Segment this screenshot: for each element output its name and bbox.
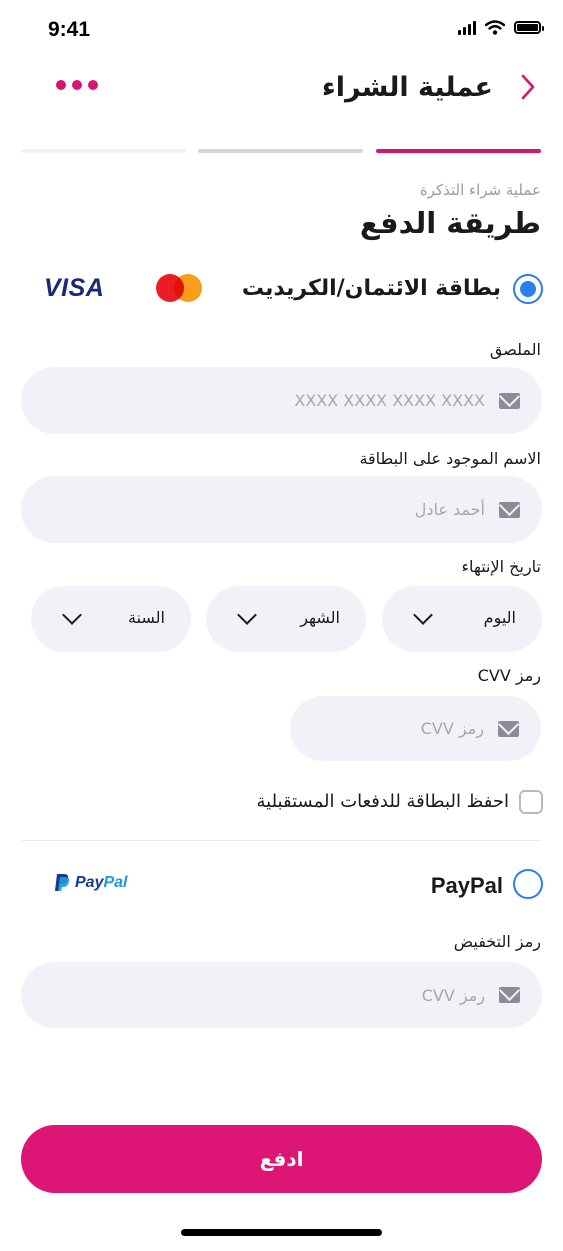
mastercard-logo xyxy=(156,274,202,302)
paypal-logo-pal: Pal xyxy=(103,873,128,891)
cvv-label: رمز CVV xyxy=(477,666,541,685)
discount-placeholder: رمز CVV xyxy=(421,985,485,1005)
cvv-input[interactable]: رمز CVV xyxy=(290,696,541,761)
page-title: عملية الشراء xyxy=(321,72,493,103)
paypal-option-label: PayPal xyxy=(430,873,503,898)
expiry-month-value: الشهر xyxy=(300,608,340,627)
expiry-year-value: السنة xyxy=(128,608,165,627)
chevron-down-icon xyxy=(237,605,257,625)
step-indicator-1 xyxy=(21,149,186,153)
battery-icon xyxy=(514,21,544,34)
home-indicator xyxy=(181,1229,382,1236)
mail-icon xyxy=(499,501,520,518)
card-name-input[interactable]: أحمد عادل xyxy=(21,476,542,543)
paypal-logo: PayPal xyxy=(54,873,127,892)
card-option-radio[interactable] xyxy=(513,274,543,304)
card-number-label: الملصق xyxy=(489,340,541,359)
save-card-checkbox[interactable] xyxy=(519,790,543,814)
save-card-label: احفظ البطاقة للدفعات المستقبلية xyxy=(256,791,509,812)
status-time: 9:41 xyxy=(48,18,91,41)
card-name-label: الاسم الموجود على البطاقة xyxy=(359,449,541,468)
expiry-day-value: اليوم xyxy=(483,608,516,627)
cvv-placeholder: رمز CVV xyxy=(420,719,484,738)
more-options-button[interactable] xyxy=(56,80,98,90)
page-subtitle: عملية شراء التذكرة xyxy=(419,181,541,199)
wifi-icon xyxy=(485,20,505,35)
discount-input[interactable]: رمز CVV xyxy=(21,962,542,1028)
signal-icon xyxy=(458,20,476,35)
expiry-day-select[interactable]: اليوم xyxy=(382,586,542,652)
chevron-right-icon xyxy=(521,74,535,100)
visa-logo: VISA xyxy=(44,274,105,302)
card-number-input[interactable]: XXXX XXXX XXXX XXXX xyxy=(21,367,542,434)
mail-icon xyxy=(499,987,520,1003)
step-indicator-3 xyxy=(376,149,541,153)
phone-screen: 9:41 عملية الشراء عملية شراء التذكرة طري… xyxy=(0,0,563,1251)
expiry-month-select[interactable]: الشهر xyxy=(206,586,366,652)
pay-button[interactable]: ادفع xyxy=(21,1125,542,1193)
card-name-placeholder: أحمد عادل xyxy=(414,500,485,519)
step-indicator-2 xyxy=(198,149,363,153)
back-button[interactable] xyxy=(513,70,543,104)
card-option-label: بطاقة الائتمان/الكريديت xyxy=(241,276,501,301)
paypal-p-icon xyxy=(55,874,70,891)
discount-label: رمز التخفيض xyxy=(453,932,541,951)
expiry-label: تاريخ الإنتهاء xyxy=(461,557,541,576)
more-dots-icon xyxy=(56,80,66,90)
paypal-option-radio[interactable] xyxy=(513,869,543,899)
status-icons xyxy=(458,20,544,35)
card-number-placeholder: XXXX XXXX XXXX XXXX xyxy=(294,391,485,410)
chevron-down-icon xyxy=(62,605,82,625)
divider xyxy=(21,840,542,841)
mail-icon xyxy=(499,392,520,409)
section-title: طريقة الدفع xyxy=(359,206,541,240)
mail-icon xyxy=(498,720,519,737)
expiry-year-select[interactable]: السنة xyxy=(31,586,191,652)
chevron-down-icon xyxy=(413,605,433,625)
paypal-logo-pay: Pay xyxy=(75,873,104,891)
